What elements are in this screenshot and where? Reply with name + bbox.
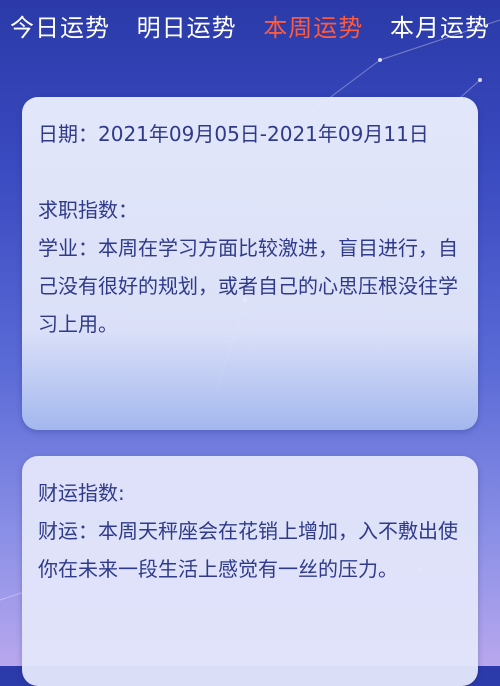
wealth-text: 财运：本周天秤座会在花销上增加，入不敷出使你在未来一段生活上感觉有一丝的压力。 [38,519,458,581]
wealth-fortune-card: 财运指数: 财运：本周天秤座会在花销上增加，入不敷出使你在未来一段生活上感觉有一… [22,456,478,686]
study-text: 学业：本周在学习方面比较激进，盲目进行，自己没有很好的规划，或者自己的心思压根没… [38,236,458,336]
tab-this-week[interactable]: 本周运势 [263,8,363,43]
tab-tomorrow[interactable]: 明日运势 [137,8,237,43]
date-range: 日期：2021年09月05日-2021年09月11日 [38,122,429,146]
job-index-heading: 求职指数： [38,198,138,222]
tab-today[interactable]: 今日运势 [10,8,110,43]
tab-this-month[interactable]: 本月运势 [390,8,490,43]
wealth-index-heading: 财运指数: [38,481,125,505]
fortune-tabs: 今日运势 明日运势 本周运势 本月运势 [0,0,500,50]
weekly-fortune-card: 日期：2021年09月05日-2021年09月11日 求职指数： 学业：本周在学… [22,97,478,430]
